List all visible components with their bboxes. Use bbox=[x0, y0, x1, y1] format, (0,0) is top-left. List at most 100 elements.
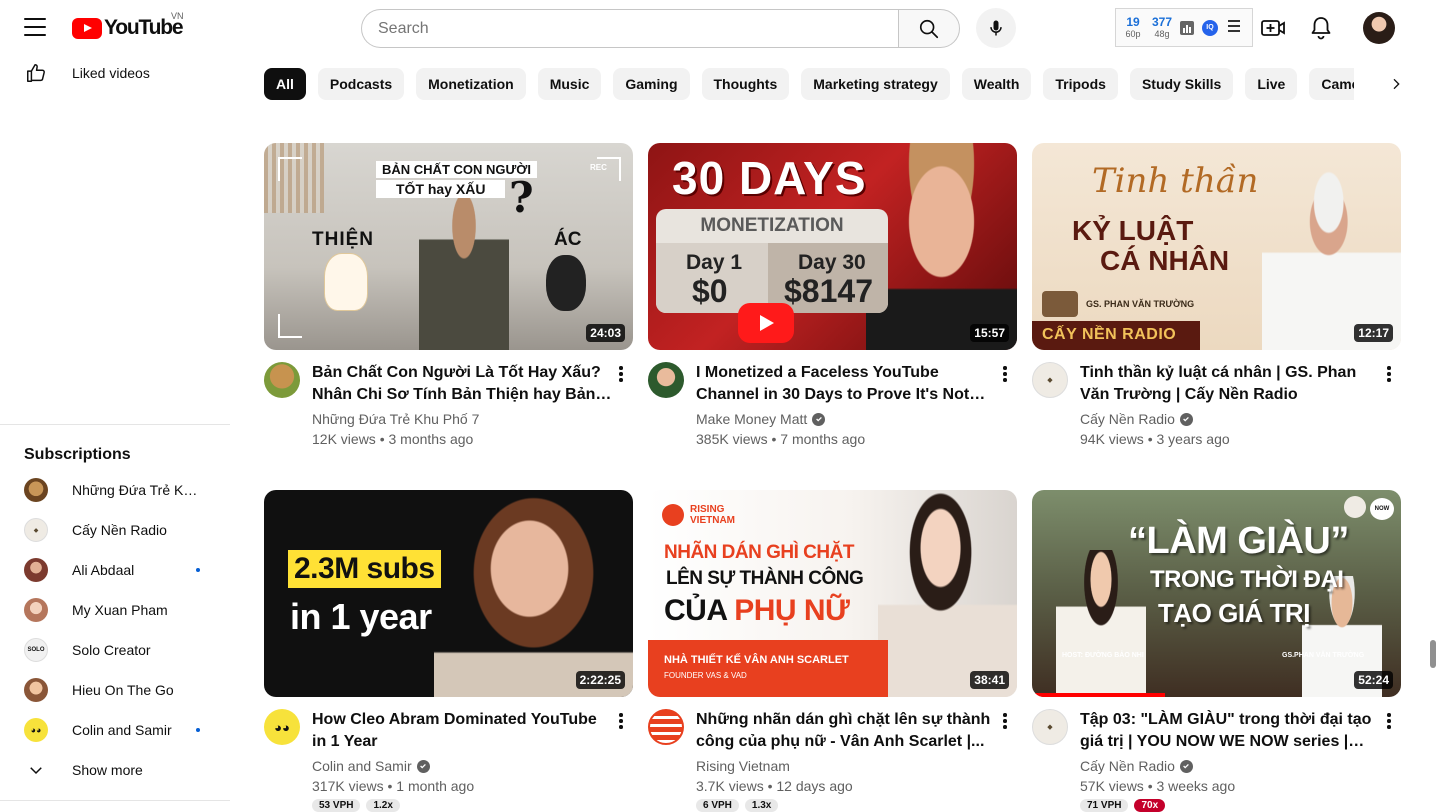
chip-monetization[interactable]: Monetization bbox=[416, 68, 526, 100]
rising-vietnam-logo-icon bbox=[662, 504, 684, 526]
bell-icon[interactable] bbox=[1308, 15, 1334, 41]
iq-icon[interactable]: IQ bbox=[1202, 19, 1218, 36]
chip-study-skills[interactable]: Study Skills bbox=[1129, 68, 1234, 100]
channel-avatar[interactable] bbox=[264, 362, 300, 398]
channel-name[interactable]: Make Money Matt bbox=[696, 409, 996, 429]
youtube-logo-icon bbox=[72, 17, 102, 39]
channel-avatar[interactable]: ◆ bbox=[1032, 362, 1068, 398]
more-vert-icon[interactable] bbox=[993, 709, 1017, 733]
mic-icon bbox=[990, 20, 1002, 36]
video-duration: 52:24 bbox=[1354, 671, 1393, 689]
chip-thoughts[interactable]: Thoughts bbox=[701, 68, 790, 100]
chip-cameras[interactable]: Cameras bbox=[1309, 68, 1354, 100]
more-vert-icon[interactable] bbox=[1377, 362, 1401, 386]
thumb-text: RISING bbox=[690, 504, 725, 515]
thumb-text: Day 30 bbox=[798, 251, 866, 274]
scrollbar-thumb[interactable] bbox=[1430, 640, 1436, 668]
vph-badge: 53 VPH bbox=[312, 799, 361, 812]
more-vert-icon[interactable] bbox=[993, 362, 1017, 386]
chips-next-button[interactable] bbox=[1378, 68, 1414, 100]
chip-gaming[interactable]: Gaming bbox=[613, 68, 690, 100]
chip-podcasts[interactable]: Podcasts bbox=[317, 68, 405, 100]
thumb-text: THIỆN bbox=[312, 229, 374, 250]
channel-name[interactable]: Rising Vietnam bbox=[696, 756, 996, 776]
video-meta: ◕◕ How Cleo Abram Dominated YouTube in 1… bbox=[264, 709, 633, 812]
channel-avatar[interactable] bbox=[648, 362, 684, 398]
video-stats: 94K views • 3 years ago bbox=[1080, 431, 1230, 447]
channel-avatar[interactable]: ◕◕ bbox=[264, 709, 300, 745]
channel-name[interactable]: Những Đứa Trẻ Khu Phố 7 bbox=[312, 409, 612, 429]
account-avatar[interactable] bbox=[1363, 12, 1395, 44]
chip-music[interactable]: Music bbox=[537, 68, 602, 100]
subscription-item[interactable]: Hieu On The Go bbox=[12, 670, 212, 710]
video-thumbnail[interactable]: RISING VIETNAM NHÃN DÁN GHÌ CHẶT LÊN SỰ … bbox=[648, 490, 1017, 697]
video-thumbnail[interactable]: 30 DAYS MONETIZATION Day 1 $0 Day 30 $81… bbox=[648, 143, 1017, 350]
video-title[interactable]: Tập 03: "LÀM GIÀU" trong thời đại tạo gi… bbox=[1080, 709, 1380, 753]
more-vert-icon[interactable] bbox=[609, 709, 633, 733]
video-thumbnail[interactable]: 2.3M subs in 1 year 2:22:25 bbox=[264, 490, 633, 697]
menu-icon[interactable] bbox=[24, 18, 46, 38]
show-more-label: Show more bbox=[72, 762, 143, 778]
thumb-text: $8147 bbox=[784, 273, 873, 309]
extension-stats-widget[interactable]: 19 60p 377 48g IQ bbox=[1115, 8, 1253, 47]
channel-name[interactable]: Colin and Samir bbox=[312, 756, 612, 776]
video-stats: 12K views • 3 months ago bbox=[312, 431, 474, 447]
chip-live[interactable]: Live bbox=[1245, 68, 1298, 100]
video-title[interactable]: How Cleo Abram Dominated YouTube in 1 Ye… bbox=[312, 709, 612, 753]
search-button[interactable] bbox=[898, 9, 960, 48]
video-meta: ◆ Tinh thần kỷ luật cá nhân | GS. Phan V… bbox=[1032, 362, 1401, 449]
chip-wealth[interactable]: Wealth bbox=[961, 68, 1032, 100]
ext-stat-1: 19 60p bbox=[1120, 15, 1146, 40]
subscription-item[interactable]: ◆ Cấy Nền Radio bbox=[12, 510, 212, 550]
verified-icon bbox=[416, 759, 430, 773]
subscription-item[interactable]: Ali Abdaal bbox=[12, 550, 212, 590]
bar-chart-icon[interactable] bbox=[1180, 20, 1194, 35]
channel-avatar[interactable] bbox=[648, 709, 684, 745]
thumb-text: GS. PHAN VĂN TRƯỜNG bbox=[1086, 299, 1195, 309]
subscription-item[interactable]: SOLO Solo Creator bbox=[12, 630, 212, 670]
video-title[interactable]: Tinh thần kỷ luật cá nhân | GS. Phan Văn… bbox=[1080, 362, 1380, 406]
voice-search-button[interactable] bbox=[976, 8, 1016, 48]
chip-marketing-strategy[interactable]: Marketing strategy bbox=[801, 68, 950, 100]
video-title[interactable]: I Monetized a Faceless YouTube Channel i… bbox=[696, 362, 996, 406]
chip-tripods[interactable]: Tripods bbox=[1043, 68, 1118, 100]
subscriptions-heading: Subscriptions bbox=[24, 446, 131, 463]
sidebar-item-liked-videos[interactable]: Liked videos bbox=[12, 53, 212, 93]
search-input[interactable] bbox=[361, 9, 898, 48]
subscription-item[interactable]: My Xuan Pham bbox=[12, 590, 212, 630]
channel-name[interactable]: Cấy Nền Radio bbox=[1080, 409, 1380, 429]
thumb-text: CỦA PHỤ NỮ bbox=[664, 594, 850, 628]
create-icon[interactable] bbox=[1260, 15, 1286, 41]
channel-name-text: Make Money Matt bbox=[696, 411, 808, 427]
video-duration: 12:17 bbox=[1354, 324, 1393, 342]
vph-badge: 71 VPH bbox=[1080, 799, 1129, 812]
youtube-logo[interactable]: YouTube VN bbox=[72, 11, 184, 40]
ext-stat-1-value: 19 bbox=[1126, 15, 1140, 29]
video-card: Tinh thần KỶ LUẬT CÁ NHÂN GS. PHAN VĂN T… bbox=[1032, 143, 1401, 449]
video-thumbnail[interactable]: BẢN CHẤT CON NGƯỜI TỐT hay XẤU THIỆN ÁC … bbox=[264, 143, 633, 350]
video-title[interactable]: Những nhãn dán ghì chặt lên sự thành côn… bbox=[696, 709, 996, 753]
thumb-text: TRONG THỜI ĐẠI bbox=[1150, 566, 1344, 593]
view-count: 3.7K views bbox=[696, 778, 764, 794]
more-vert-icon[interactable] bbox=[1377, 709, 1401, 733]
video-thumbnail[interactable]: Tinh thần KỶ LUẬT CÁ NHÂN GS. PHAN VĂN T… bbox=[1032, 143, 1401, 350]
subscription-item[interactable]: Những Đứa Trẻ Khu... bbox=[12, 470, 212, 510]
channel-avatar[interactable]: ◆ bbox=[1032, 709, 1068, 745]
watch-progress-bar bbox=[1032, 693, 1165, 697]
channel-name-text: Rising Vietnam bbox=[696, 758, 790, 774]
stats-badges: 71 VPH 70x bbox=[1080, 799, 1380, 812]
ext-stat-1-unit: 60p bbox=[1125, 29, 1141, 39]
more-vert-icon[interactable] bbox=[609, 362, 633, 386]
subscription-name: Ali Abdaal bbox=[72, 562, 135, 578]
subscription-item[interactable]: ◕◕ Colin and Samir bbox=[12, 710, 212, 750]
thumb-text: TẠO GIÁ TRỊ bbox=[1158, 598, 1310, 628]
ext-menu-icon[interactable] bbox=[1228, 20, 1240, 35]
channel-avatar: ◕◕ bbox=[24, 718, 48, 742]
thumb-text: CẤY NỀN RADIO bbox=[1042, 326, 1177, 343]
video-thumbnail[interactable]: “LÀM GIÀU” TRONG THỜI ĐẠI TẠO GIÁ TRỊ HO… bbox=[1032, 490, 1401, 697]
upload-age: 3 months ago bbox=[388, 431, 474, 447]
show-more-button[interactable]: Show more bbox=[12, 750, 212, 790]
channel-name[interactable]: Cấy Nền Radio bbox=[1080, 756, 1380, 776]
video-title[interactable]: Bản Chất Con Người Là Tốt Hay Xấu? Nhân … bbox=[312, 362, 612, 406]
chip-all[interactable]: All bbox=[264, 68, 306, 100]
